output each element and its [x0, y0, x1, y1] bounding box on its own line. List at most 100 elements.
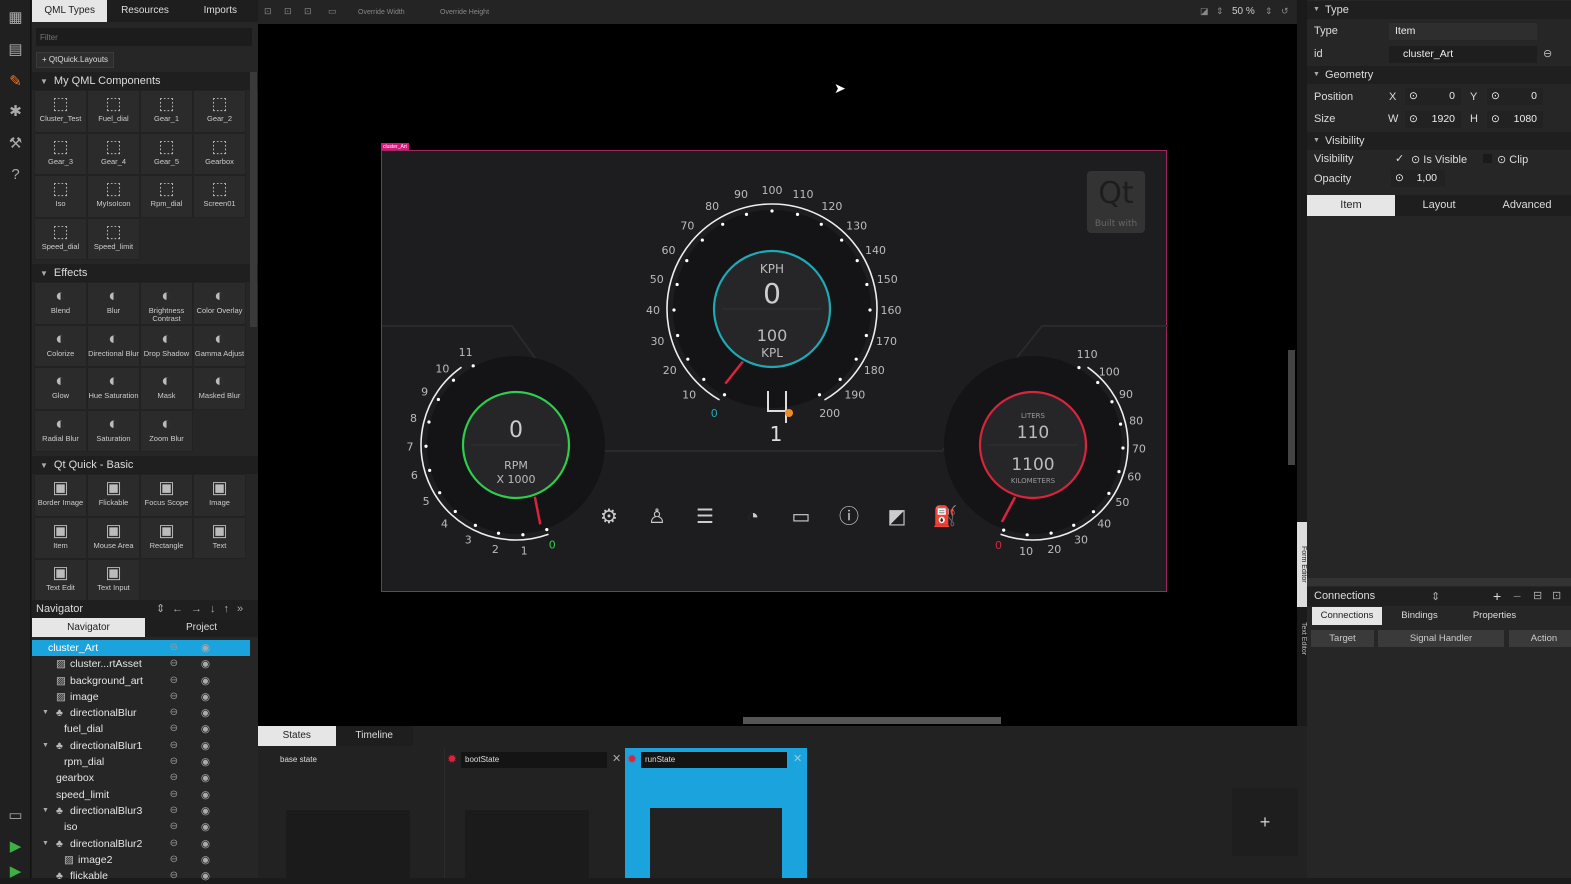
id-field[interactable]: cluster_Art: [1389, 46, 1537, 63]
binding-dot-icon[interactable]: ⊙: [1491, 111, 1500, 128]
x-spinbox[interactable]: ⊙ 0: [1405, 88, 1461, 105]
type-section-header[interactable]: ▼ Type: [1307, 1, 1571, 19]
library-item[interactable]: ◐ Color Overlay: [193, 282, 246, 325]
navigator-tree-item[interactable]: speed_limit ⊖ ◉: [32, 787, 250, 803]
visibility-eye-icon[interactable]: ◉: [201, 673, 210, 689]
height-spinbox[interactable]: ⊙ 1080: [1487, 111, 1543, 128]
run-play-icon[interactable]: ▶: [6, 837, 25, 856]
debug-run-icon[interactable]: ▶: [6, 862, 25, 881]
export-alias-icon[interactable]: ⊖: [170, 852, 178, 868]
navigator-tree-item[interactable]: ▨ cluster...rtAsset ⊖ ◉: [32, 656, 250, 672]
library-item[interactable]: ▣ Focus Scope: [140, 474, 193, 517]
close-state-icon[interactable]: ✕: [793, 752, 802, 765]
state-card-boot[interactable]: ✹ bootState ✕: [444, 748, 624, 880]
export-alias-icon[interactable]: ⊖: [170, 836, 178, 852]
navigator-tree-item[interactable]: ▼ ♣ directionalBlur1 ⊖ ◉: [32, 738, 250, 754]
library-item[interactable]: ▣ Border Image: [34, 474, 87, 517]
zoom-stepper-icon[interactable]: ⇕: [1216, 6, 1224, 17]
zoom-stepper-icon-2[interactable]: ⇕: [1265, 6, 1273, 17]
visibility-eye-icon[interactable]: ◉: [201, 770, 210, 786]
navigator-tree-item[interactable]: cluster_Art ⊖ ◉: [32, 640, 250, 657]
state-name-field[interactable]: bootState: [461, 752, 607, 768]
column-signal-handler[interactable]: Signal Handler: [1378, 630, 1504, 647]
tab-layout[interactable]: Layout: [1395, 195, 1483, 216]
library-filter-input[interactable]: [36, 28, 252, 46]
override-height-field[interactable]: Override Height: [440, 9, 489, 16]
library-item[interactable]: ⬚ Gear_4: [87, 132, 140, 175]
library-item[interactable]: ◐ Colorize: [34, 324, 87, 367]
navigator-tree-item[interactable]: ▨ image ⊖ ◉: [32, 689, 250, 705]
navigator-tree-item[interactable]: ▼ ♣ directionalBlur2 ⊖ ◉: [32, 836, 250, 852]
binding-dot-icon[interactable]: ⊙: [1497, 154, 1509, 166]
library-item[interactable]: ⬚ Gear_5: [140, 132, 193, 175]
add-connection-icon[interactable]: +: [1493, 588, 1501, 604]
library-item[interactable]: ⬚ Speed_dial: [34, 217, 87, 260]
library-item[interactable]: ▣ Item: [34, 516, 87, 559]
tab-advanced[interactable]: Advanced: [1483, 195, 1571, 216]
library-item[interactable]: ◐ Blur: [87, 282, 140, 325]
width-spinbox[interactable]: ⊙ 1920: [1405, 111, 1461, 128]
library-item[interactable]: ⬚ Iso: [34, 175, 87, 218]
visibility-eye-icon[interactable]: ◉: [201, 705, 210, 721]
fit-icon[interactable]: ◪: [1200, 6, 1209, 17]
split-icon[interactable]: ⊟: [1533, 589, 1542, 602]
library-item[interactable]: ▣ Flickable: [87, 474, 140, 517]
tab-connections[interactable]: Connections: [1312, 607, 1382, 625]
library-item[interactable]: ◐ Gamma Adjust: [193, 324, 246, 367]
zoom-level[interactable]: 50 %: [1232, 6, 1255, 17]
opacity-spinbox[interactable]: ⊙ 1,00: [1391, 170, 1445, 187]
library-item[interactable]: ◐ Glow: [34, 367, 87, 410]
export-alias-icon[interactable]: ⊖: [170, 819, 178, 835]
clip-checkbox[interactable]: [1483, 154, 1492, 163]
arrow-right-icon[interactable]: →: [191, 603, 210, 615]
snap-margins-icon[interactable]: ⊡: [264, 6, 272, 17]
export-alias-icon[interactable]: ⊖: [170, 705, 178, 721]
library-item[interactable]: ⬚ Gear_3: [34, 132, 87, 175]
column-target[interactable]: Target: [1311, 630, 1374, 647]
navigator-tree-item[interactable]: rpm_dial ⊖ ◉: [32, 754, 250, 770]
export-alias-icon[interactable]: ⊖: [1543, 47, 1552, 60]
library-item[interactable]: ◐ Zoom Blur: [140, 409, 193, 452]
navigator-tree-item[interactable]: fuel_dial ⊖ ◉: [32, 721, 250, 737]
tab-navigator[interactable]: Navigator: [32, 618, 145, 637]
visibility-eye-icon[interactable]: ◉: [201, 640, 210, 656]
design-mode-pencil-icon[interactable]: ✎: [6, 72, 25, 91]
column-action[interactable]: Action: [1509, 630, 1571, 647]
expand-caret-icon[interactable]: ▼: [42, 705, 49, 721]
export-alias-icon[interactable]: ⊖: [170, 640, 178, 656]
canvas-horizontal-scrollbar[interactable]: [743, 717, 1001, 724]
library-item[interactable]: ⬚ Cluster_Test: [34, 90, 87, 133]
tab-states[interactable]: States: [258, 726, 336, 746]
visibility-eye-icon[interactable]: ◉: [201, 721, 210, 737]
canvas-vertical-scrollbar[interactable]: [1288, 350, 1295, 465]
welcome-grid-icon[interactable]: ▦: [6, 8, 25, 27]
library-item[interactable]: ◐ Hue Saturation: [87, 367, 140, 410]
state-gear-icon[interactable]: ✹: [627, 752, 637, 766]
arrow-up-icon[interactable]: ↑: [224, 603, 238, 615]
help-icon[interactable]: ?: [6, 165, 25, 184]
projects-wrench-icon[interactable]: ⚒: [6, 134, 25, 153]
library-item[interactable]: ▣ Mouse Area: [87, 516, 140, 559]
visibility-eye-icon[interactable]: ◉: [201, 868, 210, 884]
visibility-eye-icon[interactable]: ◉: [201, 738, 210, 754]
state-gear-icon[interactable]: ✹: [447, 752, 457, 766]
visibility-eye-icon[interactable]: ◉: [201, 754, 210, 770]
library-item[interactable]: ⬚ Rpm_dial: [140, 175, 193, 218]
visibility-eye-icon[interactable]: ◉: [201, 803, 210, 819]
add-import-button[interactable]: + QtQuick.Layouts: [36, 52, 115, 68]
library-item[interactable]: ⬚ Screen01: [193, 175, 246, 218]
library-item[interactable]: ◐ Directional Blur: [87, 324, 140, 367]
library-item[interactable]: ◐ Masked Blur: [193, 367, 246, 410]
tab-properties[interactable]: Properties: [1457, 607, 1532, 625]
library-item[interactable]: ▣ Text: [193, 516, 246, 559]
navigator-tree-item[interactable]: ▼ ♣ directionalBlur3 ⊖ ◉: [32, 803, 250, 819]
state-card-base[interactable]: base state: [270, 748, 442, 880]
snap-parent-icon[interactable]: ⊡: [304, 6, 312, 17]
navigator-tree-item[interactable]: ♣ flickable ⊖ ◉: [32, 868, 250, 884]
is-visible-checkbox[interactable]: ✓: [1395, 152, 1404, 165]
visibility-eye-icon[interactable]: ◉: [201, 656, 210, 672]
panel-splitter[interactable]: [1307, 578, 1571, 586]
visibility-eye-icon[interactable]: ◉: [201, 852, 210, 868]
library-item[interactable]: ◐ Saturation: [87, 409, 140, 452]
tab-item[interactable]: Item: [1307, 195, 1395, 216]
